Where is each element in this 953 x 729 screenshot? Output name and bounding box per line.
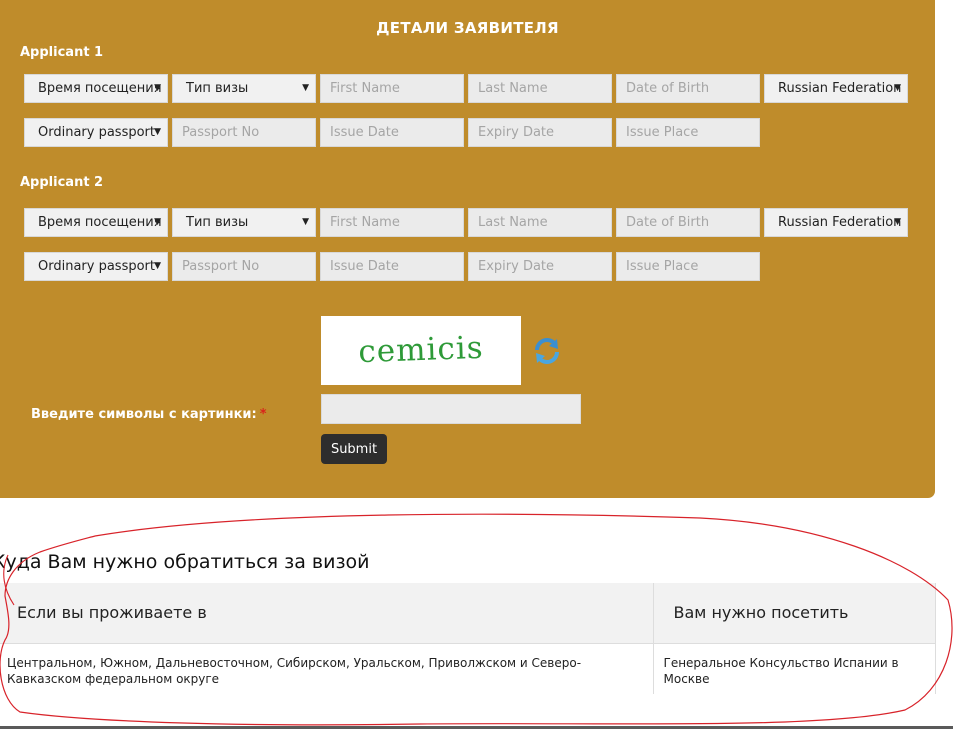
cell-consulate: Генеральное Консульство Испании в Москве bbox=[653, 643, 936, 694]
applicant-1-passport-type-select[interactable]: Ordinary passport ▼ bbox=[24, 118, 168, 147]
submit-button[interactable]: Submit bbox=[321, 434, 387, 464]
applicant-1-visit-time-select[interactable]: Время посещения ▼ bbox=[24, 74, 168, 103]
applicant-1-dob-input[interactable] bbox=[616, 74, 760, 103]
dropdown-arrow-icon: ▼ bbox=[894, 83, 901, 93]
dropdown-arrow-icon: ▼ bbox=[154, 127, 161, 137]
applicant-2-issue-date-input[interactable] bbox=[320, 252, 464, 281]
table-row: Центральном, Южном, Дальневосточном, Сиб… bbox=[0, 643, 936, 694]
dropdown-arrow-icon: ▼ bbox=[154, 261, 161, 271]
applicant-1-last-name-input[interactable] bbox=[468, 74, 612, 103]
form-title: ДЕТАЛИ ЗАЯВИТЕЛЯ bbox=[376, 19, 559, 37]
header-residence: Если вы проживаете в bbox=[0, 583, 654, 644]
applicant-2-passport-type-select[interactable]: Ordinary passport ▼ bbox=[24, 252, 168, 281]
select-value: Время посещения bbox=[38, 81, 162, 96]
dropdown-arrow-icon: ▼ bbox=[894, 217, 901, 227]
select-value: Время посещения bbox=[38, 215, 162, 230]
applicant-2-first-name-input[interactable] bbox=[320, 208, 464, 237]
applicant-2-issue-place-input[interactable] bbox=[616, 252, 760, 281]
select-value: Russian Federation bbox=[778, 215, 902, 230]
applicant-2-passport-no-input[interactable] bbox=[172, 252, 316, 281]
refresh-icon[interactable] bbox=[532, 336, 562, 366]
dropdown-arrow-icon: ▼ bbox=[154, 217, 161, 227]
dropdown-arrow-icon: ▼ bbox=[154, 83, 161, 93]
select-value: Ordinary passport bbox=[38, 125, 155, 140]
applicant-1-expiry-date-input[interactable] bbox=[468, 118, 612, 147]
applicant-2-label: Applicant 2 bbox=[20, 175, 104, 190]
select-value: Тип визы bbox=[186, 81, 249, 96]
applicant-form-panel: ДЕТАЛИ ЗАЯВИТЕЛЯ Applicant 1 Время посещ… bbox=[0, 0, 935, 498]
consulate-table: Если вы проживаете в Вам нужно посетить … bbox=[0, 583, 936, 694]
header-visit: Вам нужно посетить bbox=[653, 583, 936, 644]
applicant-2-expiry-date-input[interactable] bbox=[468, 252, 612, 281]
applicant-2-visit-time-select[interactable]: Время посещения ▼ bbox=[24, 208, 168, 237]
applicant-1-label: Applicant 1 bbox=[20, 45, 104, 60]
section-heading: Куда Вам нужно обратиться за визой bbox=[0, 551, 370, 573]
applicant-1-issue-date-input[interactable] bbox=[320, 118, 464, 147]
captcha-image: cemicis bbox=[321, 316, 521, 385]
applicant-1-first-name-input[interactable] bbox=[320, 74, 464, 103]
applicant-2-nationality-select[interactable]: Russian Federation ▼ bbox=[764, 208, 908, 237]
applicant-1-passport-no-input[interactable] bbox=[172, 118, 316, 147]
dropdown-arrow-icon: ▼ bbox=[302, 217, 309, 227]
captcha-input[interactable] bbox=[321, 394, 581, 424]
captcha-image-text: cemicis bbox=[357, 329, 485, 371]
applicant-2-visa-type-select[interactable]: Тип визы ▼ bbox=[172, 208, 316, 237]
applicant-1-nationality-select[interactable]: Russian Federation ▼ bbox=[764, 74, 908, 103]
select-value: Ordinary passport bbox=[38, 259, 155, 274]
select-value: Russian Federation bbox=[778, 81, 902, 96]
cell-residence: Центральном, Южном, Дальневосточном, Сиб… bbox=[0, 643, 654, 694]
captcha-label: Введите символы с картинки: * bbox=[31, 407, 267, 422]
applicant-2-dob-input[interactable] bbox=[616, 208, 760, 237]
dropdown-arrow-icon: ▼ bbox=[302, 83, 309, 93]
applicant-1-visa-type-select[interactable]: Тип визы ▼ bbox=[172, 74, 316, 103]
applicant-1-issue-place-input[interactable] bbox=[616, 118, 760, 147]
applicant-2-last-name-input[interactable] bbox=[468, 208, 612, 237]
captcha-label-text: Введите символы с картинки: bbox=[31, 407, 257, 422]
table-header-row: Если вы проживаете в Вам нужно посетить bbox=[0, 583, 936, 644]
required-mark: * bbox=[259, 407, 267, 422]
select-value: Тип визы bbox=[186, 215, 249, 230]
